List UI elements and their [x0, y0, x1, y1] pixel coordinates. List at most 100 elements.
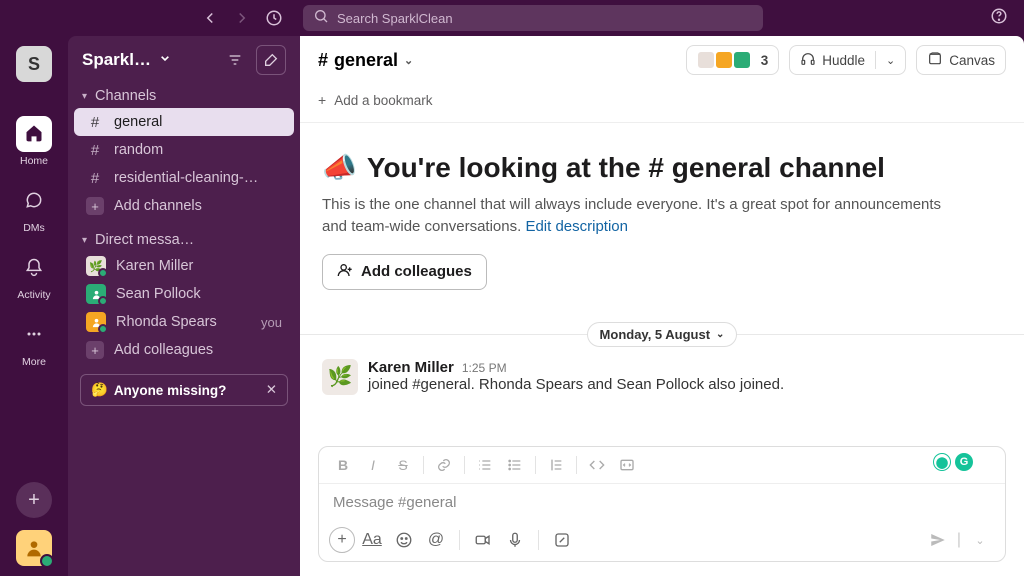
- add-bookmark-button[interactable]: + Add a bookmark: [300, 84, 1024, 123]
- thinking-emoji-icon: 🤔: [91, 382, 108, 398]
- activity-icon: [24, 257, 44, 280]
- megaphone-emoji-icon: 📣: [322, 151, 357, 184]
- dm-karen-miller[interactable]: 🌿 Karen Miller: [68, 252, 300, 280]
- add-channels-button[interactable]: + Add channels: [68, 192, 300, 220]
- dm-avatar-icon: 🌿: [86, 256, 106, 276]
- chevron-down-icon: ⌄: [716, 329, 724, 340]
- you-label: you: [261, 315, 282, 330]
- chevron-down-icon: ⌄: [886, 54, 895, 67]
- rail-label: Home: [20, 155, 48, 167]
- caret-down-icon: ▾: [82, 91, 87, 102]
- search-box[interactable]: [303, 5, 763, 31]
- channel-label: residential-cleaning-…: [114, 170, 258, 186]
- close-icon[interactable]: ✕: [266, 382, 277, 398]
- emoji-button[interactable]: [389, 527, 419, 553]
- intro-title: 📣 You're looking at the # general channe…: [322, 151, 1002, 184]
- caret-down-icon: ▾: [82, 235, 87, 246]
- code-button[interactable]: [583, 453, 611, 477]
- date-label: Monday, 5 August: [600, 327, 711, 342]
- workspace-name[interactable]: Sparkl…: [82, 50, 151, 70]
- nav-back-icon[interactable]: [201, 9, 219, 27]
- dm-avatar-icon: [86, 312, 106, 332]
- edit-description-link[interactable]: Edit description: [525, 218, 628, 235]
- help-icon[interactable]: [990, 7, 1008, 30]
- italic-button[interactable]: I: [359, 453, 387, 477]
- send-options-button[interactable]: ⌄: [965, 527, 995, 553]
- compose-button[interactable]: [256, 45, 286, 75]
- member-avatar-icon: [697, 51, 715, 69]
- anyone-missing-banner[interactable]: 🤔 Anyone missing? ✕: [80, 374, 288, 406]
- huddle-button[interactable]: Huddle ⌄: [789, 45, 906, 75]
- message-text: joined #general. Rhonda Spears and Sean …: [368, 376, 1002, 393]
- attach-button[interactable]: +: [329, 527, 355, 553]
- canvas-button[interactable]: Canvas: [916, 45, 1006, 75]
- dm-label: Karen Miller: [116, 258, 193, 274]
- ordered-list-button[interactable]: [471, 453, 499, 477]
- nav-forward-icon[interactable]: [233, 9, 251, 27]
- plus-icon: +: [86, 197, 104, 215]
- channel-label: random: [114, 142, 163, 158]
- video-button[interactable]: [468, 527, 498, 553]
- dm-label: Sean Pollock: [116, 286, 201, 302]
- bullet-list-button[interactable]: [501, 453, 529, 477]
- rail-dms[interactable]: DMs: [0, 177, 68, 240]
- add-colleagues-button[interactable]: Add colleagues: [322, 254, 487, 290]
- dm-label: Rhonda Spears: [116, 314, 217, 330]
- add-channels-label: Add channels: [114, 198, 202, 214]
- bookmark-label: Add a bookmark: [334, 93, 432, 108]
- huddle-label: Huddle: [822, 53, 865, 68]
- format-button[interactable]: Aa: [357, 527, 387, 553]
- channel-general[interactable]: # general: [74, 108, 294, 136]
- grammarly-icon: G: [955, 453, 973, 471]
- member-avatar-icon: [715, 51, 733, 69]
- shortcut-button[interactable]: [547, 527, 577, 553]
- message-input[interactable]: Message #general: [319, 484, 1005, 521]
- filter-button[interactable]: [220, 45, 250, 75]
- rail-label: Activity: [17, 289, 50, 301]
- audio-button[interactable]: [500, 527, 530, 553]
- channel-residential-cleaning[interactable]: # residential-cleaning-…: [68, 164, 300, 192]
- add-colleagues-sidebar-button[interactable]: + Add colleagues: [68, 336, 300, 364]
- grammarly-widget[interactable]: ⬤ G: [933, 453, 973, 471]
- person-add-icon: [337, 262, 353, 282]
- add-colleagues-label: Add colleagues: [361, 263, 472, 280]
- channel-random[interactable]: # random: [68, 136, 300, 164]
- message-row[interactable]: 🌿 Karen Miller 1:25 PM joined #general. …: [300, 353, 1024, 401]
- search-input[interactable]: [337, 11, 753, 26]
- rail-label: More: [22, 356, 46, 368]
- strikethrough-button[interactable]: S: [389, 453, 417, 477]
- bold-button[interactable]: B: [329, 453, 357, 477]
- codeblock-button[interactable]: [613, 453, 641, 477]
- member-count: 3: [761, 53, 769, 68]
- dm-rhonda-spears[interactable]: Rhonda Spears you: [68, 308, 300, 336]
- channel-label: general: [114, 114, 162, 130]
- rail-more[interactable]: More: [0, 311, 68, 374]
- rail-activity[interactable]: Activity: [0, 244, 68, 307]
- search-icon: [313, 8, 329, 29]
- more-icon: [24, 324, 44, 347]
- history-icon[interactable]: [265, 9, 283, 27]
- date-divider-button[interactable]: Monday, 5 August ⌄: [587, 322, 738, 347]
- dm-avatar-icon: [86, 284, 106, 304]
- user-avatar[interactable]: [16, 530, 52, 566]
- message-author[interactable]: Karen Miller: [368, 359, 454, 376]
- rail-label: DMs: [23, 222, 45, 234]
- dm-sean-pollock[interactable]: Sean Pollock: [68, 280, 300, 308]
- members-button[interactable]: 3: [686, 45, 780, 75]
- workspace-switcher[interactable]: S: [16, 46, 52, 82]
- add-colleagues-label: Add colleagues: [114, 342, 213, 358]
- channel-name-button[interactable]: # general ⌄: [318, 50, 413, 71]
- link-button[interactable]: [430, 453, 458, 477]
- hash-icon: #: [86, 170, 104, 187]
- mention-button[interactable]: @: [421, 527, 451, 553]
- rail-home[interactable]: Home: [0, 110, 68, 173]
- channel-title: general: [334, 50, 398, 71]
- rail-create-button[interactable]: +: [16, 482, 52, 518]
- send-button[interactable]: [923, 527, 953, 553]
- dms-section-toggle[interactable]: ▾ Direct messa…: [68, 228, 300, 252]
- grammarly-icon: ⬤: [933, 453, 951, 471]
- member-avatar-icon: [733, 51, 751, 69]
- blockquote-button[interactable]: [542, 453, 570, 477]
- plus-icon: +: [318, 92, 326, 108]
- channels-section-toggle[interactable]: ▾ Channels: [68, 84, 300, 108]
